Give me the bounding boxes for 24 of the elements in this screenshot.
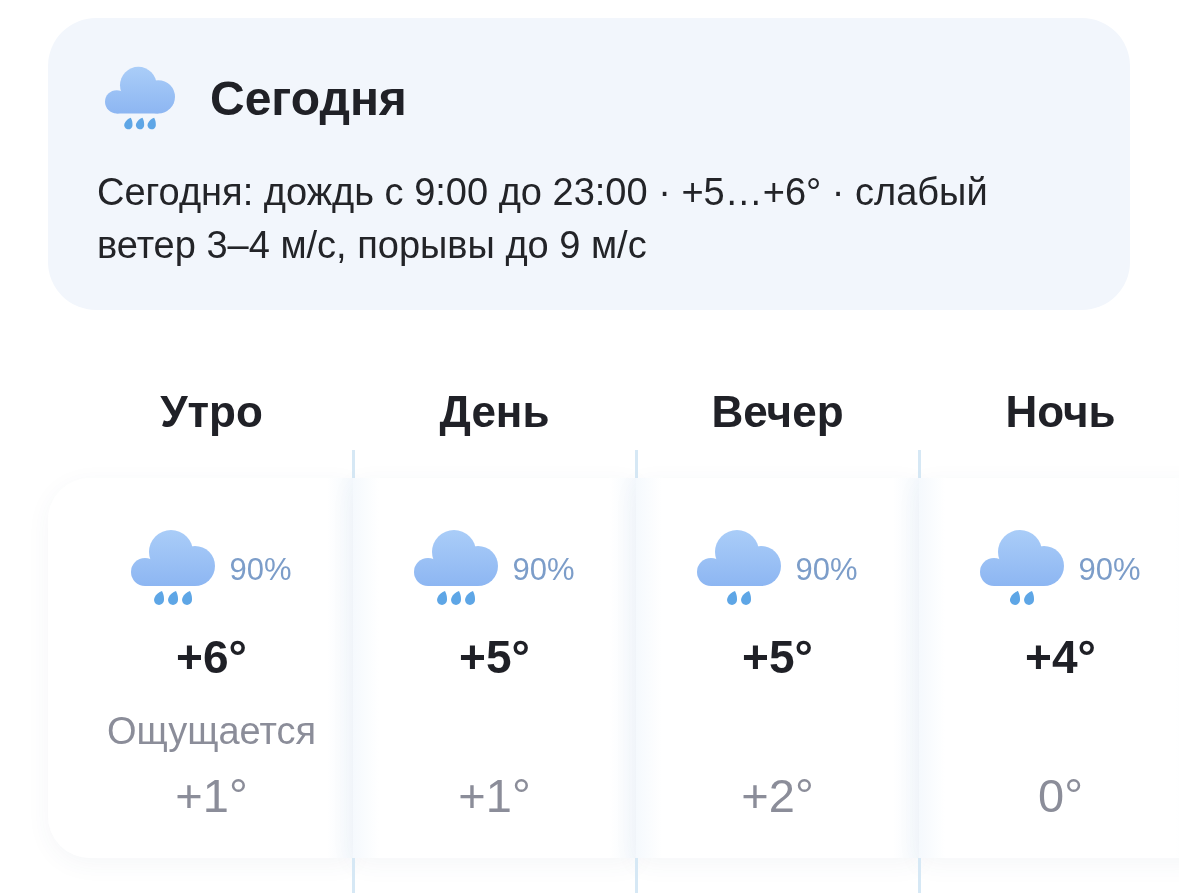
precipitation-chance: 90%: [229, 551, 292, 589]
rain-cloud-icon: [131, 528, 216, 608]
rain-cloud-icon: [980, 528, 1065, 608]
feels-like-label: Ощущается: [106, 709, 317, 753]
feels-like-temperature: +1°: [458, 770, 531, 822]
temperature-text: +6°: [176, 632, 247, 682]
precipitation-chance: 90%: [1078, 551, 1141, 589]
period-title: День: [438, 387, 551, 437]
forecast-summary: Сегодня: дождь с 9:00 до 23:00 · +5…+6° · слабый ветер 3–4 м/с, порывы до 9 м/с: [97, 170, 989, 268]
feels-like-temperature: 0°: [1038, 770, 1083, 822]
period-title: Вечер: [710, 387, 845, 437]
period-title: Утро: [159, 387, 264, 437]
summary-title: Сегодня: [210, 70, 407, 127]
feels-like-temperature: +1°: [175, 770, 248, 822]
feels-like-temperature: +2°: [741, 770, 814, 822]
period-title: Ночь: [1004, 387, 1117, 437]
precipitation-chance: 90%: [795, 551, 858, 589]
temperature-text: +5°: [742, 632, 813, 682]
temperature-text: +4°: [1025, 632, 1096, 682]
precipitation-chance: 90%: [512, 551, 575, 589]
rain-cloud-icon: [414, 528, 499, 608]
rain-cloud-icon: [105, 65, 175, 132]
rain-cloud-icon: [697, 528, 782, 608]
temperature-text: +5°: [459, 632, 530, 682]
